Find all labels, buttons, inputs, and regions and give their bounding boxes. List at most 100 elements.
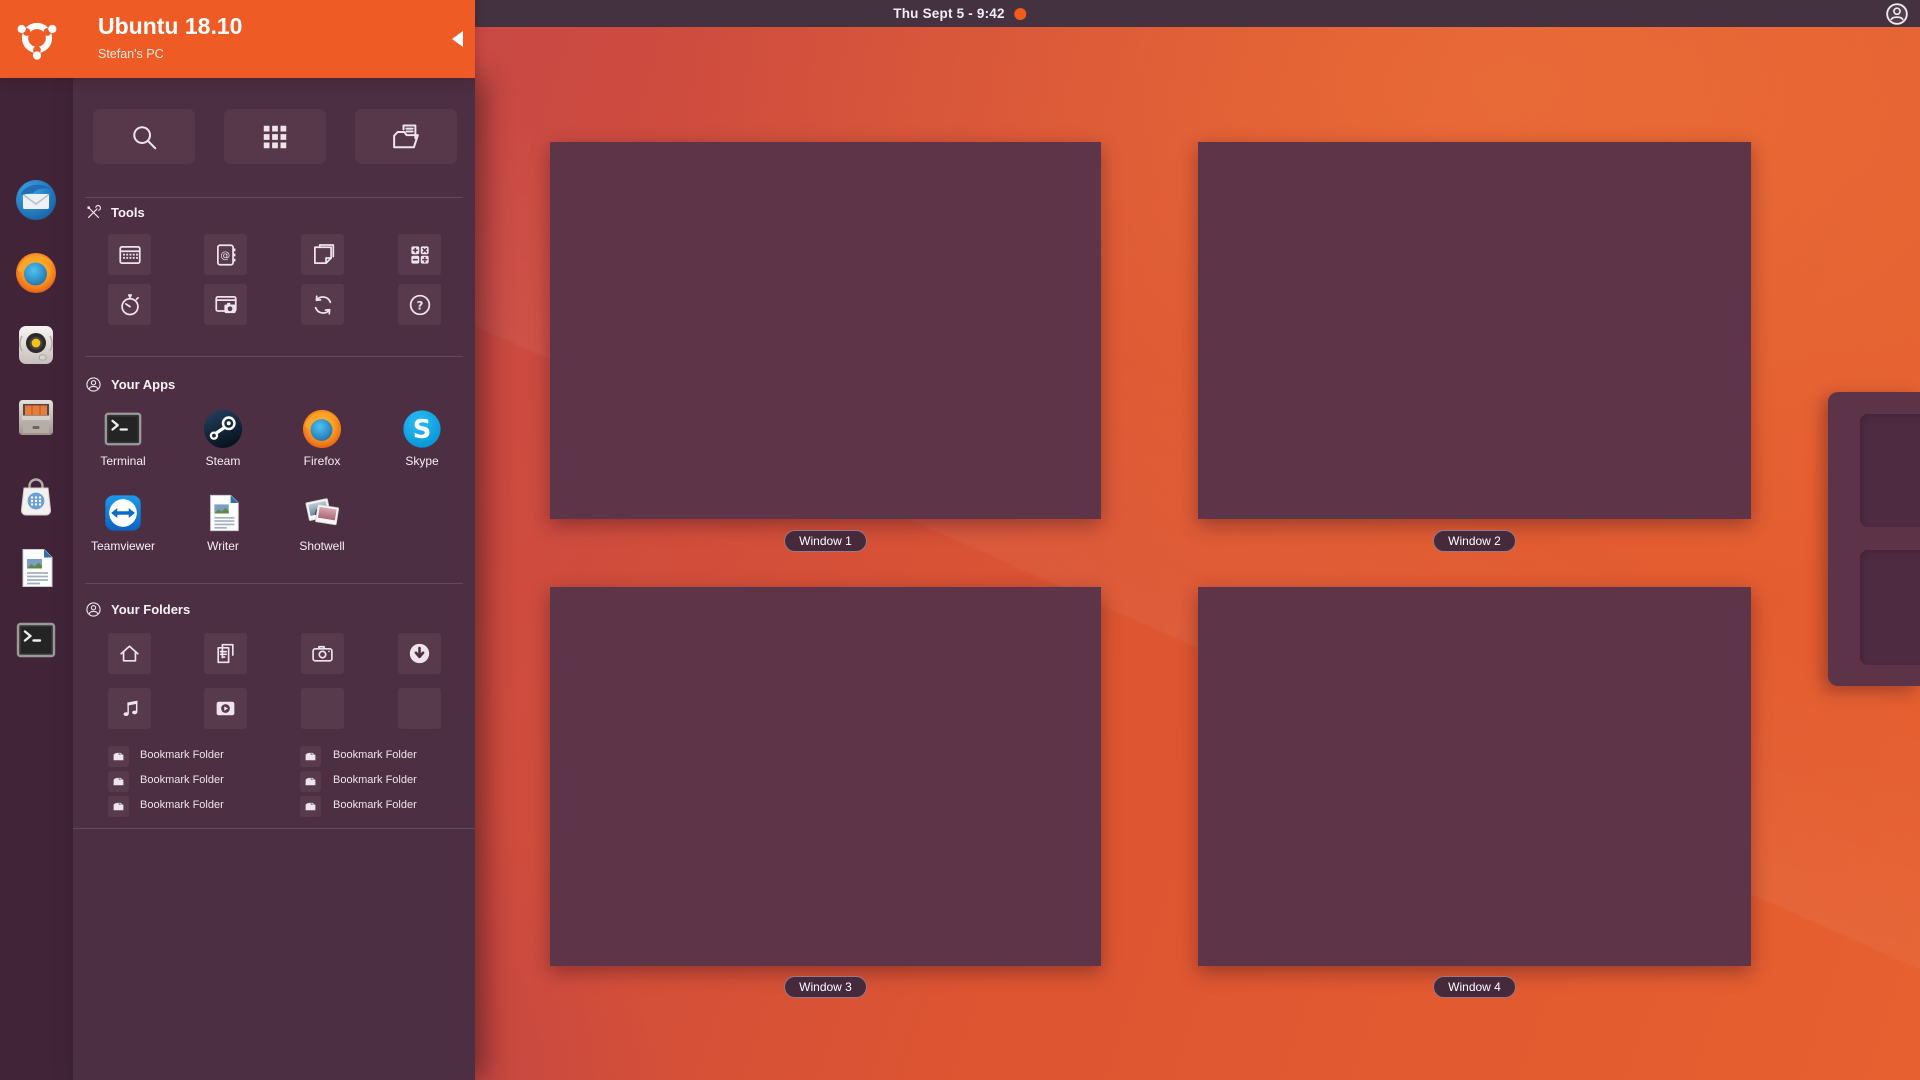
pictures-icon	[312, 645, 333, 662]
svg-text:@: @	[220, 250, 230, 261]
dock-item-file-cabinet[interactable]	[14, 395, 58, 439]
divider	[85, 197, 463, 198]
tool-notes[interactable]	[301, 234, 344, 275]
workspace-switcher[interactable]	[1828, 392, 1920, 686]
bookmark-folder-icon	[113, 777, 124, 786]
bookmark-folder-label[interactable]: Bookmark Folder	[333, 774, 417, 786]
window-preview-4[interactable]	[1198, 587, 1751, 966]
dash-panel: Tools @ ? Your Apps S Terminal Steam Fir…	[73, 78, 475, 1080]
app-item-firefox[interactable]	[301, 408, 343, 450]
folder-home[interactable]	[108, 633, 151, 674]
divider	[85, 583, 463, 584]
bookmark-folder-icon	[305, 802, 316, 811]
your-folders-section-label: Your Folders	[111, 601, 191, 617]
system-menu[interactable]	[1884, 0, 1910, 27]
bookmark-folder-item[interactable]	[108, 796, 129, 817]
app-label: Steam	[205, 454, 241, 468]
app-label: Shotwell	[299, 539, 345, 553]
tool-timer[interactable]	[108, 284, 151, 325]
folder-downloads[interactable]	[398, 633, 441, 674]
person-circle-icon	[86, 376, 101, 392]
dock-item-terminal[interactable]	[14, 618, 58, 662]
workspace-thumbnail[interactable]	[1860, 550, 1920, 665]
downloads-icon	[409, 643, 430, 664]
app-item-skype[interactable]: S	[401, 408, 443, 450]
bookmark-folder-item[interactable]	[300, 746, 321, 767]
bookmark-folder-label[interactable]: Bookmark Folder	[140, 799, 224, 811]
svg-text:?: ?	[416, 298, 423, 312]
window-preview-1[interactable]	[550, 142, 1101, 519]
tool-help[interactable]: ?	[398, 284, 441, 325]
tool-calendar[interactable]	[108, 234, 151, 275]
app-grid-button[interactable]	[224, 109, 326, 164]
window-3-label: Window 3	[784, 976, 867, 998]
window-preview-2[interactable]	[1198, 142, 1751, 519]
folder-music[interactable]	[108, 688, 151, 729]
terminal-icon	[104, 412, 142, 446]
your-folders-section-header: Your Folders	[85, 600, 190, 618]
your-apps-section-label: Your Apps	[111, 376, 176, 392]
header-title: Ubuntu 18.10	[98, 13, 243, 39]
folder-empty-tile[interactable]	[398, 688, 441, 729]
app-label: Skype	[405, 454, 439, 468]
bookmark-folder-item[interactable]	[300, 771, 321, 792]
search-button[interactable]	[93, 109, 195, 164]
bookmark-folder-icon	[305, 752, 316, 761]
clock-menu[interactable]: Thu Sept 5 - 9:42	[893, 0, 1027, 27]
folder-pictures[interactable]	[301, 633, 344, 674]
tool-address-book[interactable]: @	[204, 234, 247, 275]
tool-sync[interactable]	[301, 284, 344, 325]
app-item-steam[interactable]	[202, 408, 244, 450]
bookmark-folder-item[interactable]	[108, 746, 129, 767]
user-account-icon	[1886, 1, 1908, 25]
bookmark-folder-label[interactable]: Bookmark Folder	[140, 749, 224, 761]
app-item-teamviewer[interactable]	[102, 492, 144, 534]
screenshot-icon	[214, 295, 237, 313]
calendar-icon	[118, 245, 141, 264]
app-item-terminal[interactable]	[102, 408, 144, 450]
dock-item-thunderbird[interactable]	[14, 178, 58, 222]
your-apps-section-header: Your Apps	[85, 375, 175, 393]
sync-icon	[314, 294, 331, 315]
bookmark-folder-item[interactable]	[300, 796, 321, 817]
window-preview-3[interactable]	[550, 587, 1101, 966]
files-button[interactable]	[355, 109, 457, 164]
collapse-left-arrow-icon[interactable]	[452, 31, 463, 47]
tool-screenshot[interactable]	[204, 284, 247, 325]
videos-icon	[216, 701, 235, 716]
folder-documents[interactable]	[204, 633, 247, 674]
bookmark-folder-label[interactable]: Bookmark Folder	[140, 774, 224, 786]
header-subtitle: Stefan's PC	[98, 47, 164, 61]
files-icon	[393, 124, 419, 148]
file-cabinet-icon	[19, 400, 53, 435]
svg-text:S: S	[413, 415, 432, 445]
dash-header: Ubuntu 18.10 Stefan's PC	[0, 0, 475, 78]
documents-icon	[217, 643, 234, 664]
dock-item-writer[interactable]	[14, 546, 58, 590]
search-icon	[133, 125, 157, 149]
bookmark-folder-icon	[113, 802, 124, 811]
firefox-icon	[302, 409, 342, 449]
notification-dot-icon	[1014, 7, 1027, 20]
bookmark-folder-item[interactable]	[108, 771, 129, 792]
dock-item-firefox[interactable]	[14, 251, 58, 295]
bookmark-folder-label[interactable]: Bookmark Folder	[333, 749, 417, 761]
music-icon	[123, 700, 138, 716]
dock-item-music-player[interactable]	[14, 323, 58, 367]
window-4-label: Window 4	[1433, 976, 1516, 998]
app-item-writer[interactable]	[202, 492, 244, 534]
writer-icon	[210, 494, 239, 532]
app-item-shotwell[interactable]	[301, 492, 343, 534]
help-icon: ?	[409, 294, 430, 315]
dock-item-software-store[interactable]	[14, 474, 58, 518]
workspace-thumbnail[interactable]	[1860, 414, 1920, 527]
folder-empty-tile[interactable]	[301, 688, 344, 729]
skype-icon: S	[403, 410, 441, 448]
tools-section-label: Tools	[111, 204, 145, 220]
tool-calculator[interactable]	[398, 234, 441, 275]
window-1-label: Window 1	[784, 530, 867, 552]
bookmark-folder-label[interactable]: Bookmark Folder	[333, 799, 417, 811]
folder-videos[interactable]	[204, 688, 247, 729]
shotwell-icon	[305, 498, 340, 526]
app-grid-icon	[263, 125, 287, 148]
